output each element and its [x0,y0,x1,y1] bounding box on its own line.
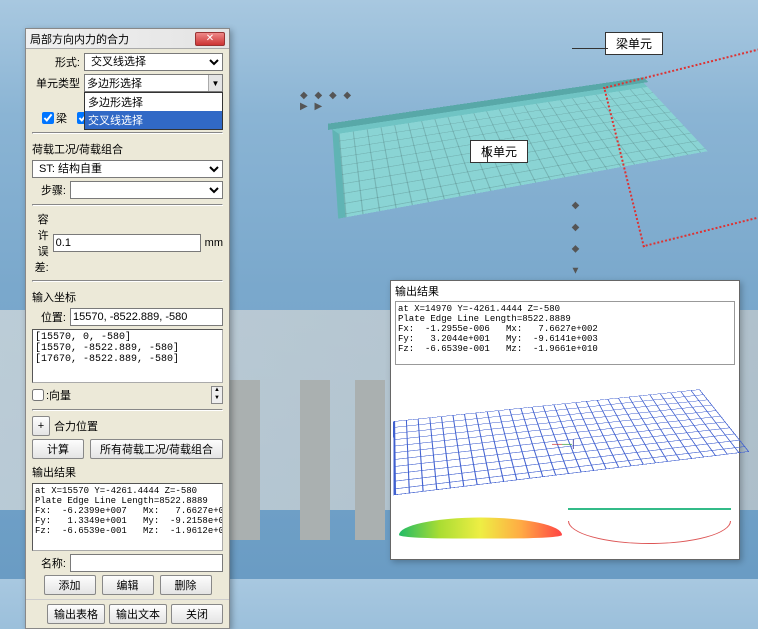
coords-label: 输入坐标 [32,289,223,305]
all-loadcases-button[interactable]: 所有荷载工况/荷载组合 [90,439,223,459]
form-label: 形式: [32,54,80,70]
spin-control[interactable]: ▲▼ [211,386,223,404]
background-pillar [355,380,385,540]
tolerance-unit: mm [205,237,223,249]
plus-button[interactable]: + [32,416,50,436]
unit-type-dropdown-list[interactable]: 多边形选择 交叉线选择 [84,92,223,130]
axes-gizmo: ——| [552,439,575,450]
step-label: 步骤: [32,182,66,198]
output-text-button[interactable]: 输出文本 [109,604,167,624]
selection-frame [603,38,758,248]
unit-type-value: 多边形选择 [87,75,142,91]
callout-plate-element: 板单元 [470,140,528,163]
add-button[interactable]: 添加 [44,575,96,595]
resultant-force-dialog: 局部方向内力的合力 ✕ 形式: 交叉线选择 单元类型 多边形选择 ▼ 多边形选择… [25,28,230,629]
arch-diagram-thumbnail[interactable] [568,507,731,549]
tolerance-input[interactable] [53,234,201,252]
arrow-indicator-horizontal: ◆ ◆ ◆ ◆ ▶ ▶ [300,90,360,112]
callout-line [487,146,488,162]
dialog-titlebar[interactable]: 局部方向内力的合力 ✕ [26,29,229,49]
checkbox-beam-label: 梁 [56,110,67,126]
reverse-label: :向量 [46,387,71,403]
chevron-down-icon[interactable]: ▼ [208,75,222,91]
callout-line [572,48,608,49]
output-table-button[interactable]: 输出表格 [47,604,105,624]
output-results-label: 输出结果 [32,464,223,480]
dialog-title: 局部方向内力的合力 [30,31,195,47]
resultant-position-label: 合力位置 [54,418,98,434]
checkbox-reverse[interactable]: :向量 [32,387,71,403]
step-select[interactable] [70,181,223,199]
unit-type-select[interactable]: 多边形选择 ▼ 多边形选择 交叉线选择 [84,74,223,92]
panel-title: 输出结果 [391,281,739,301]
deformation-thumbnail[interactable] [399,507,562,549]
dropdown-option-selected[interactable]: 交叉线选择 [85,111,222,129]
name-input[interactable] [70,554,223,572]
position-label: 位置: [32,309,66,325]
position-input[interactable] [70,308,223,326]
panel-output-text[interactable]: at X=14970 Y=-4261.4444 Z=-580 Plate Edg… [395,301,735,365]
loadcase-group-label: 荷载工况/荷载组合 [32,141,223,157]
coord-list-box[interactable]: [15570, 0, -580] [15570, -8522.889, -580… [32,329,223,383]
form-select[interactable]: 交叉线选择 [84,53,223,71]
loadcase-select[interactable]: ST: 结构自重 [32,160,223,178]
output-results-textbox[interactable]: at X=15570 Y=-4261.4444 Z=-580 Plate Edg… [32,483,223,551]
close-icon[interactable]: ✕ [195,32,225,46]
tolerance-label: 容许误差: [32,211,49,275]
unit-type-label: 单元类型 [32,75,80,91]
output-panel: 输出结果 at X=14970 Y=-4261.4444 Z=-580 Plat… [390,280,740,560]
calculate-button[interactable]: 计算 [32,439,84,459]
name-label: 名称: [32,555,66,571]
delete-button[interactable]: 删除 [160,575,212,595]
mesh-wireframe-view[interactable]: ——| [397,371,733,501]
checkbox-beam[interactable]: 梁 [42,110,67,126]
background-pillar [230,380,260,540]
dropdown-option[interactable]: 多边形选择 [85,93,222,111]
callout-beam-element: 梁单元 [605,32,663,55]
edit-button[interactable]: 编辑 [102,575,154,595]
close-button[interactable]: 关闭 [171,604,223,624]
background-pillar [300,380,330,540]
